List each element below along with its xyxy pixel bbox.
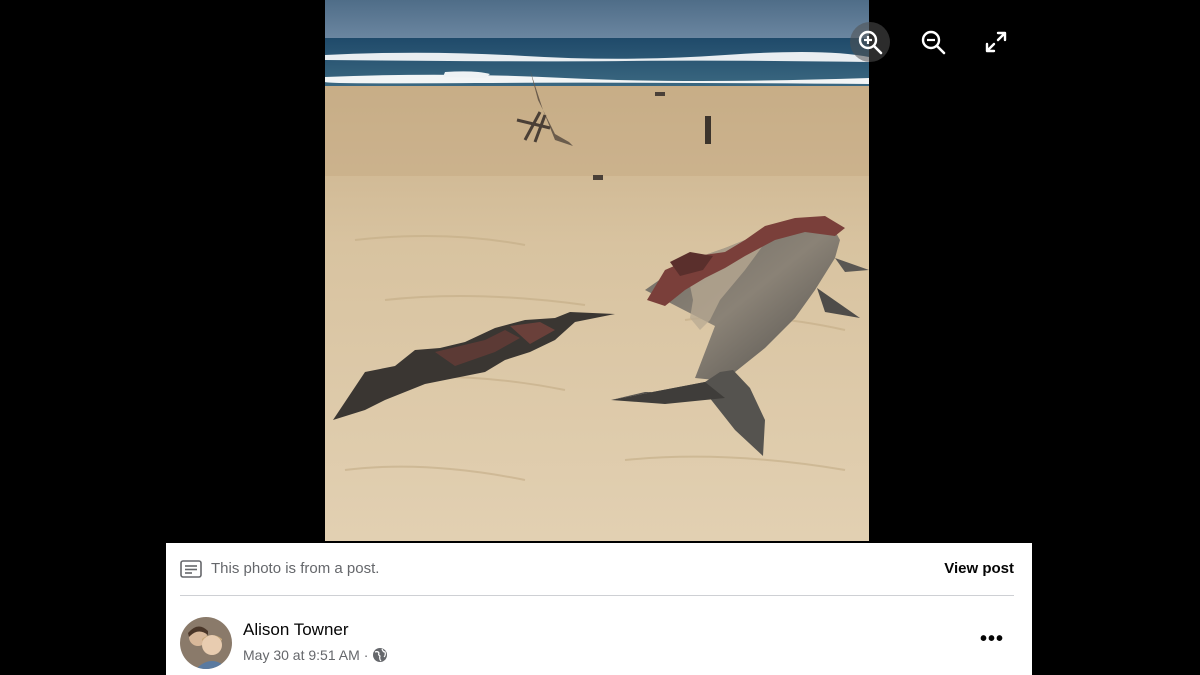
zoom-in-icon [858,30,883,55]
author-avatar[interactable] [180,617,232,669]
post-photo[interactable] [325,0,869,541]
globe-icon[interactable] [372,647,388,663]
author-name[interactable]: Alison Towner [243,620,349,640]
post-timestamp[interactable]: May 30 at 9:51 AM [243,647,360,663]
post-meta: May 30 at 9:51 AM · [243,647,388,663]
post-info-card: This photo is from a post. View post Ali… [166,543,1032,675]
post-banner-text: This photo is from a post. [211,560,380,577]
zoom-in-button[interactable] [850,22,890,62]
more-options-button[interactable]: ••• [974,625,1010,653]
beach-shark-image [325,0,869,541]
zoom-out-icon [921,30,946,55]
fullscreen-icon [985,31,1007,53]
view-post-link[interactable]: View post [944,560,1014,577]
fullscreen-button[interactable] [976,22,1016,62]
zoom-out-button[interactable] [913,22,953,62]
meta-separator: · [363,647,369,663]
post-banner: This photo is from a post. View post [180,543,1014,596]
post-icon [180,560,202,578]
